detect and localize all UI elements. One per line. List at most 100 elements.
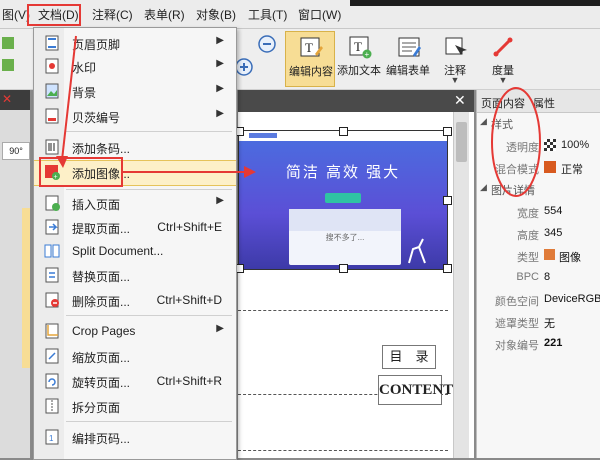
blend-mode-value: 正常 xyxy=(561,164,583,176)
scrollbar-thumb[interactable] xyxy=(456,122,467,162)
property-key: 对象编号 xyxy=(495,340,539,352)
menu-item-label: 编排页码... xyxy=(72,432,131,446)
banner-panel-header xyxy=(289,209,401,231)
submenu-arrow-icon: ▶ xyxy=(216,35,224,46)
add-text-button[interactable]: T + 添加文本 xyxy=(334,31,384,87)
annotation-dropdown-icon[interactable]: ▼ xyxy=(430,75,480,85)
menu-item-split-pages[interactable]: 拆分页面 xyxy=(34,395,236,417)
menu-item-header-footer[interactable]: 页眉页脚 ▶ xyxy=(34,32,236,54)
menu-item-label: 添加条码... xyxy=(72,142,131,156)
menu-item-watermark[interactable]: 水印 ▶ xyxy=(34,55,236,77)
resize-handle[interactable] xyxy=(339,127,348,136)
edit-form-label: 编辑表单 xyxy=(386,65,430,77)
menu-item-crop-pages[interactable]: Crop Pages ▶ xyxy=(34,320,236,342)
edit-form-icon xyxy=(398,37,421,57)
property-row: 对象编号 221 xyxy=(477,332,600,354)
menu-item-resize-pages[interactable]: 缩放页面... xyxy=(34,345,236,367)
collapse-icon[interactable]: ◢ xyxy=(480,182,487,193)
property-row: 颜色空间 DeviceRGB xyxy=(477,288,600,310)
property-key: 宽度 xyxy=(517,208,539,220)
banner-screenshot-panel: 搜不多了... xyxy=(289,209,401,265)
zoom-out-icon[interactable] xyxy=(258,35,276,53)
menu-item-label: 替换页面... xyxy=(72,270,131,284)
property-row: BPC 8 xyxy=(477,266,600,288)
resize-handle[interactable] xyxy=(443,264,452,273)
menu-item-label: 页眉页脚 xyxy=(72,38,121,52)
resize-handle[interactable] xyxy=(443,127,452,136)
svg-text:+: + xyxy=(365,50,370,59)
property-row: 类型 图像 xyxy=(477,244,600,266)
menu-separator xyxy=(66,315,232,316)
menu-comment[interactable]: 注释(C) xyxy=(92,6,133,22)
menu-item-rotate-pages[interactable]: 旋转页面... Ctrl+Shift+R xyxy=(34,370,236,392)
zoom-controls xyxy=(235,33,282,83)
property-key: 高度 xyxy=(517,230,539,242)
property-value: 221 xyxy=(544,337,563,349)
menu-window[interactable]: 窗口(W) xyxy=(298,6,341,22)
zoom-in-icon[interactable] xyxy=(235,58,253,76)
edit-content-button[interactable]: T 编辑内容 xyxy=(285,31,335,87)
menu-item-background[interactable]: 背景 ▶ xyxy=(34,80,236,102)
measure-icon xyxy=(493,37,513,57)
close-document-icon[interactable]: ✕ xyxy=(454,92,466,109)
menu-tools[interactable]: 工具(T) xyxy=(248,6,287,22)
inserted-image[interactable]: 简洁 高效 强大 搜不多了... xyxy=(238,130,448,270)
menu-item-label: 缩放页面... xyxy=(72,351,131,365)
property-key: 遮罩类型 xyxy=(495,318,539,330)
add-text-icon: T+ xyxy=(349,36,372,59)
split-pages-icon xyxy=(45,398,59,414)
submenu-arrow-icon: ▶ xyxy=(216,323,224,334)
edit-content-label: 编辑内容 xyxy=(289,66,333,78)
page-divider xyxy=(238,310,448,312)
resize-handle[interactable] xyxy=(339,264,348,273)
svg-text:T: T xyxy=(354,39,362,54)
resize-handle[interactable] xyxy=(443,196,452,205)
menu-item-extract-pages[interactable]: 提取页面... Ctrl+Shift+E xyxy=(34,216,236,238)
edit-form-button[interactable]: 编辑表单 xyxy=(383,31,433,87)
property-value: 554 xyxy=(544,205,563,217)
menu-item-bates-numbering[interactable]: 贝茨编号 ▶ xyxy=(34,105,236,127)
image-type-icon xyxy=(544,249,555,260)
arrow-icon xyxy=(2,37,14,71)
document-menu-highlight xyxy=(27,4,81,26)
menu-item-insert-pages[interactable]: 插入页面 ▶ xyxy=(34,192,236,214)
vertical-scrollbar[interactable] xyxy=(453,112,469,458)
toc-heading: 目 录 xyxy=(382,345,436,369)
extract-pages-icon xyxy=(45,219,59,235)
window-titlebar-strip xyxy=(350,0,600,6)
edit-content-icon: T xyxy=(300,37,323,57)
menu-item-shortcut: Ctrl+Shift+E xyxy=(157,220,222,234)
measure-button[interactable]: 度量 ▼ xyxy=(478,31,528,87)
menu-item-label: Crop Pages xyxy=(72,324,136,338)
submenu-arrow-icon: ▶ xyxy=(216,195,224,206)
menu-item-replace-pages[interactable]: 替换页面... xyxy=(34,264,236,286)
logo-icon xyxy=(249,133,277,138)
menu-item-label: 删除页面... xyxy=(72,295,131,309)
split-document-icon xyxy=(44,244,60,258)
left-tab-header: ✕ xyxy=(0,90,30,110)
menu-item-page-numbering[interactable]: 1 编排页码... xyxy=(34,426,236,448)
svg-text:1: 1 xyxy=(49,434,54,443)
bates-numbering-icon xyxy=(45,108,59,124)
menu-object[interactable]: 对象(B) xyxy=(196,6,236,22)
menu-item-split-document[interactable]: Split Document... xyxy=(34,240,236,262)
svg-text:T: T xyxy=(305,40,313,55)
menu-item-add-barcode[interactable]: 添加条码... xyxy=(34,136,236,158)
menu-view[interactable]: 图(V) xyxy=(2,6,30,22)
annotation-button[interactable]: 注释 ▼ xyxy=(430,31,480,87)
menu-form[interactable]: 表单(R) xyxy=(144,6,185,22)
banner-headline: 简洁 高效 强大 xyxy=(285,164,401,181)
menu-item-label: 拆分页面 xyxy=(72,401,121,415)
close-icon[interactable]: ✕ xyxy=(2,92,12,106)
menu-item-label: 旋转页面... xyxy=(72,376,131,390)
add-text-label: 添加文本 xyxy=(337,65,381,77)
deer-icon xyxy=(408,238,426,264)
left-navigation-strip: ✕ 90° xyxy=(0,90,30,458)
rotate-90-button[interactable]: 90° xyxy=(2,142,30,160)
collapse-icon[interactable]: ◢ xyxy=(480,116,487,127)
menu-item-shortcut: Ctrl+Shift+R xyxy=(156,374,222,388)
menu-item-delete-pages[interactable]: 删除页面... Ctrl+Shift+D xyxy=(34,289,236,311)
highlight-ellipse xyxy=(491,87,541,197)
menu-item-label: 插入页面 xyxy=(72,198,121,212)
opacity-swatch xyxy=(544,139,556,151)
